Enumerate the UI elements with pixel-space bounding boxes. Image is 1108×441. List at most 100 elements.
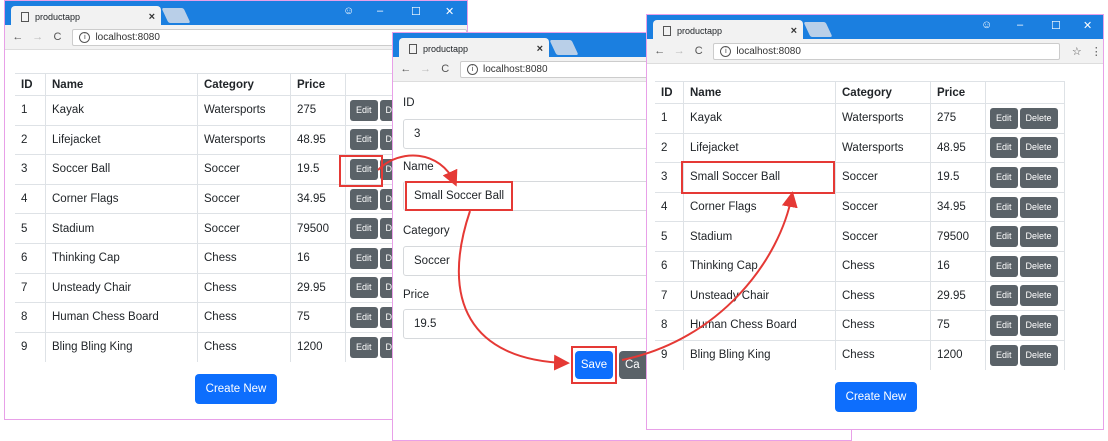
reload-icon[interactable]: C [692,45,705,57]
forward-icon[interactable]: → [672,45,685,57]
cell-actions: Edit Delete [985,339,1065,370]
products-table: ID Name Category Price 1 Kayak Watersports… [655,81,1065,370]
cell-category: Chess [197,302,291,333]
url-field[interactable]: i localhost:8080 [713,42,1061,60]
edit-button[interactable]: Edit [990,285,1018,307]
forward-icon[interactable]: → [419,63,433,75]
edit-button[interactable]: Edit [990,344,1018,366]
cell-category: Soccer [835,221,931,252]
delete-button[interactable]: Delete [1019,107,1058,129]
tab-close-icon[interactable]: × [537,43,543,55]
edit-button[interactable]: Edit [990,196,1018,218]
header-name: Name [45,73,198,96]
cell-category: Chess [197,331,291,362]
tab-title: productapp [423,44,469,54]
reload-icon[interactable]: C [438,63,452,75]
highlight-name-field [405,181,513,211]
cell-id: 3 [655,162,684,193]
cell-id: 7 [655,280,684,311]
delete-button[interactable]: Delete [1019,344,1058,366]
new-tab-button[interactable] [161,8,191,23]
tab-close-icon[interactable]: × [149,11,155,23]
minimize-icon[interactable]: – [377,5,383,17]
delete-button[interactable]: Delete [1019,226,1058,248]
edit-button[interactable]: Edit [990,107,1018,129]
cell-category: Chess [835,310,931,341]
maximize-icon[interactable]: ☐ [411,5,421,18]
new-tab-button[interactable] [549,40,579,55]
user-icon[interactable]: ☺ [981,19,992,31]
table-row: 7 Unsteady Chair Chess 29.95 Edit Delete [655,280,1065,311]
highlight-edit-button [339,155,383,187]
new-tab-button[interactable] [803,22,833,37]
cell-id: 9 [655,339,684,370]
edit-button[interactable]: Edit [350,218,378,240]
cell-name: Stadium [683,221,836,252]
cell-id: 8 [15,302,46,333]
cell-id: 2 [655,132,684,163]
edit-button[interactable]: Edit [990,166,1018,188]
cell-category: Soccer [835,191,931,222]
cell-id: 7 [15,272,46,303]
delete-button[interactable]: Delete [1019,137,1058,159]
back-icon[interactable]: ← [11,31,25,43]
delete-button[interactable]: Delete [1019,255,1058,277]
browser-tab[interactable]: productapp × [653,20,803,39]
edit-button[interactable]: Edit [350,99,378,121]
cell-actions: Edit Delete [985,191,1065,222]
cell-name: Kayak [45,95,198,126]
cell-price: 75 [930,310,986,341]
back-icon[interactable]: ← [399,63,413,75]
cell-price: 34.95 [930,191,986,222]
cell-category: Watersports [835,103,931,134]
cell-price: 79500 [290,213,346,244]
create-new-button[interactable]: Create New [835,382,917,412]
cell-price: 275 [930,103,986,134]
edit-button[interactable]: Edit [350,336,378,358]
tab-close-icon[interactable]: × [791,25,797,37]
edit-button[interactable]: Edit [350,306,378,328]
delete-button[interactable]: Delete [1019,314,1058,336]
cell-name: Corner Flags [45,183,198,214]
header-id: ID [15,73,46,96]
cell-actions: Edit Delete [985,162,1065,193]
edit-button[interactable]: Edit [990,314,1018,336]
edit-button[interactable]: Edit [990,226,1018,248]
create-new-button[interactable]: Create New [195,374,277,404]
star-icon[interactable]: ☆ [1070,45,1083,58]
cell-name: Soccer Ball [45,154,198,185]
maximize-icon[interactable]: ☐ [1051,19,1061,32]
page-icon [409,44,417,54]
delete-button[interactable]: Delete [1019,285,1058,307]
reload-icon[interactable]: C [51,31,65,43]
edit-button[interactable]: Edit [990,255,1018,277]
cell-price: 275 [290,95,346,126]
browser-tab[interactable]: productapp × [11,6,161,25]
edit-button[interactable]: Edit [350,247,378,269]
page-icon [663,26,671,36]
cell-name: Unsteady Chair [45,272,198,303]
cell-price: 1200 [930,339,986,370]
forward-icon[interactable]: → [31,31,45,43]
edit-button[interactable]: Edit [350,188,378,210]
close-window-icon[interactable]: ✕ [1083,19,1092,32]
delete-button[interactable]: Delete [1019,196,1058,218]
edit-button[interactable]: Edit [350,277,378,299]
cell-actions: Edit Delete [985,103,1065,134]
user-icon[interactable]: ☺ [343,5,354,17]
browser-tab[interactable]: productapp × [399,38,549,57]
delete-button[interactable]: Delete [1019,166,1058,188]
cell-id: 1 [15,95,46,126]
cell-price: 16 [290,242,346,274]
back-icon[interactable]: ← [653,45,666,57]
address-bar: ← → C i localhost:8080 ☆ ⋮ [647,39,1103,64]
cell-name: Lifejacket [683,132,836,163]
menu-icon[interactable]: ⋮ [1090,45,1103,58]
edit-button[interactable]: Edit [350,129,378,151]
edit-button[interactable]: Edit [990,137,1018,159]
highlight-updated-name [681,161,835,194]
close-window-icon[interactable]: ✕ [445,5,454,18]
title-bar: productapp × ☺ – ☐ ✕ [647,15,1103,39]
minimize-icon[interactable]: – [1017,19,1023,31]
id-value: 3 [414,128,421,140]
